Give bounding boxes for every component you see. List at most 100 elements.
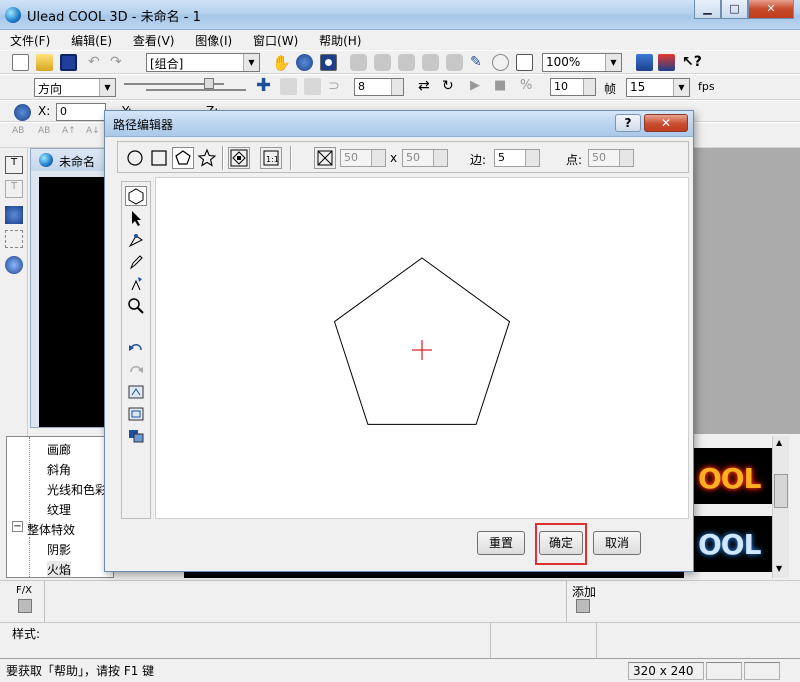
scroll-up-icon[interactable]: ▲ — [776, 438, 782, 447]
pen-tool[interactable] — [125, 252, 147, 272]
dialog-help-button[interactable]: ? — [615, 114, 641, 132]
zoom-select[interactable]: 100% ▼ — [542, 53, 622, 72]
play-icon[interactable]: ▶ — [470, 78, 487, 95]
polygon-tool[interactable] — [172, 147, 194, 169]
time-slider-handle[interactable] — [204, 78, 214, 89]
add-keyframe-icon[interactable]: ✚ — [256, 77, 273, 95]
actual-size-tool[interactable]: 1:1 — [260, 147, 282, 169]
globe-icon[interactable] — [492, 54, 509, 71]
context-help-icon[interactable]: ↖? — [682, 54, 702, 71]
align-center-icon[interactable] — [374, 54, 391, 71]
open-folder-icon[interactable] — [36, 54, 53, 71]
scroll-down-icon[interactable]: ▼ — [776, 564, 782, 573]
minimize-button[interactable]: ▁ — [694, 0, 721, 19]
export-icon[interactable] — [658, 54, 675, 71]
swap-icon[interactable]: ⇄ — [418, 78, 435, 95]
menu-file[interactable]: 文件(F) — [0, 30, 57, 49]
edit-graphic-icon[interactable] — [5, 230, 23, 248]
text-tighten-icon[interactable]: AB — [38, 126, 55, 143]
export-path-tool[interactable] — [125, 404, 147, 424]
frames-spin[interactable]: 10 — [550, 78, 596, 96]
document-canvas[interactable] — [39, 177, 111, 427]
rotate-object-icon[interactable] — [296, 54, 313, 71]
menu-image[interactable]: 图像(I) — [185, 30, 239, 49]
insert-text-icon[interactable]: T — [5, 156, 23, 174]
edit-path-icon[interactable] — [516, 54, 533, 71]
size-lock-tool[interactable] — [314, 147, 336, 169]
add-point-tool[interactable] — [125, 230, 147, 250]
dialog-close-button[interactable]: ✕ — [644, 114, 688, 132]
x-input[interactable]: 0 — [56, 103, 106, 121]
rectangle-tool[interactable] — [148, 147, 170, 169]
close-button[interactable]: ✕ — [748, 0, 794, 19]
menu-edit[interactable]: 编辑(E) — [61, 30, 119, 49]
tree-item-global-effects[interactable]: 整体特效 — [27, 521, 75, 538]
spin-arrows[interactable] — [371, 150, 385, 166]
align-left-icon[interactable] — [350, 54, 367, 71]
stop-icon[interactable]: ■ — [494, 78, 511, 95]
tree-item-shadow[interactable]: 阴影 — [47, 541, 71, 558]
plugin-icon[interactable] — [636, 54, 653, 71]
spin-arrows[interactable] — [619, 150, 633, 166]
new-file-icon[interactable] — [12, 54, 29, 71]
direction-select[interactable]: 方向 ▼ — [34, 78, 116, 97]
spin-arrows[interactable] — [391, 79, 403, 95]
collapse-toggle[interactable]: − — [12, 521, 23, 532]
loop-play-icon[interactable]: % — [520, 78, 537, 95]
ellipse-tool[interactable] — [124, 147, 146, 169]
text-lower-icon[interactable]: A↓ — [86, 126, 103, 143]
frame-spin[interactable]: 8 — [354, 78, 404, 96]
insert-graphic-icon[interactable] — [5, 206, 23, 224]
reverse-keyframe-icon[interactable] — [304, 78, 321, 95]
frame-slider[interactable] — [146, 89, 246, 91]
save-icon[interactable] — [60, 54, 77, 71]
transform-path-tool[interactable] — [125, 426, 147, 446]
width-input[interactable]: 50 — [340, 149, 386, 167]
menu-window[interactable]: 窗口(W) — [243, 30, 305, 49]
align-top-icon[interactable] — [422, 54, 439, 71]
convert-point-tool[interactable] — [125, 274, 147, 294]
tree-item-light-color[interactable]: 光线和色彩 — [47, 481, 107, 498]
gallery-scrollbar[interactable]: ▲ ▼ — [772, 436, 789, 578]
fire-effect-thumb-1[interactable]: OOL — [690, 448, 772, 504]
spin-arrows[interactable] — [583, 79, 595, 95]
points-input[interactable]: 50 — [588, 149, 634, 167]
tree-item-fire[interactable]: 火焰 — [47, 561, 72, 577]
redo-tool[interactable] — [125, 360, 147, 380]
undo-icon[interactable]: ↶ — [88, 54, 105, 71]
refresh-icon[interactable]: ↻ — [442, 78, 459, 95]
hand-icon[interactable]: ✋ — [272, 54, 291, 72]
insert-geometry-icon[interactable] — [5, 256, 23, 274]
add-icon[interactable] — [576, 599, 590, 613]
maximize-button[interactable]: □ — [721, 0, 748, 19]
tree-item-gallery[interactable]: 画廊 — [47, 441, 71, 458]
import-path-tool[interactable] — [125, 382, 147, 402]
text-spacing-icon[interactable]: AB — [12, 126, 29, 143]
fx-icon[interactable] — [18, 599, 32, 613]
select-tool[interactable] — [125, 208, 147, 228]
tree-item-texture[interactable]: 纹理 — [47, 501, 71, 518]
path-canvas[interactable] — [155, 177, 689, 519]
undo-tool[interactable] — [125, 338, 147, 358]
align-bottom-icon[interactable] — [446, 54, 463, 71]
remove-keyframe-icon[interactable] — [280, 78, 297, 95]
edit-text-icon[interactable]: T — [5, 180, 23, 198]
height-input[interactable]: 50 — [402, 149, 448, 167]
menu-help[interactable]: 帮助(H) — [309, 30, 368, 49]
pentagon-shape[interactable] — [156, 178, 688, 518]
scroll-thumb[interactable] — [774, 474, 788, 508]
reset-button[interactable]: 重置 — [477, 531, 525, 555]
hexagon-select-tool[interactable] — [125, 186, 147, 206]
spin-arrows[interactable] — [525, 150, 539, 166]
text-raise-icon[interactable]: A↑ — [62, 126, 79, 143]
zoom-tool[interactable] — [125, 296, 147, 316]
tree-item-bevel[interactable]: 斜角 — [47, 461, 71, 478]
object-select[interactable]: [组合] ▼ — [146, 53, 260, 72]
redo-icon[interactable]: ↷ — [110, 54, 127, 71]
fire-effect-thumb-2[interactable]: OOL — [690, 516, 772, 572]
loop-icon[interactable]: ⊃ — [328, 78, 345, 95]
spin-arrows[interactable] — [433, 150, 447, 166]
cancel-button[interactable]: 取消 — [593, 531, 641, 555]
pointer-icon[interactable]: ✎ — [470, 54, 487, 71]
align-right-icon[interactable] — [398, 54, 415, 71]
